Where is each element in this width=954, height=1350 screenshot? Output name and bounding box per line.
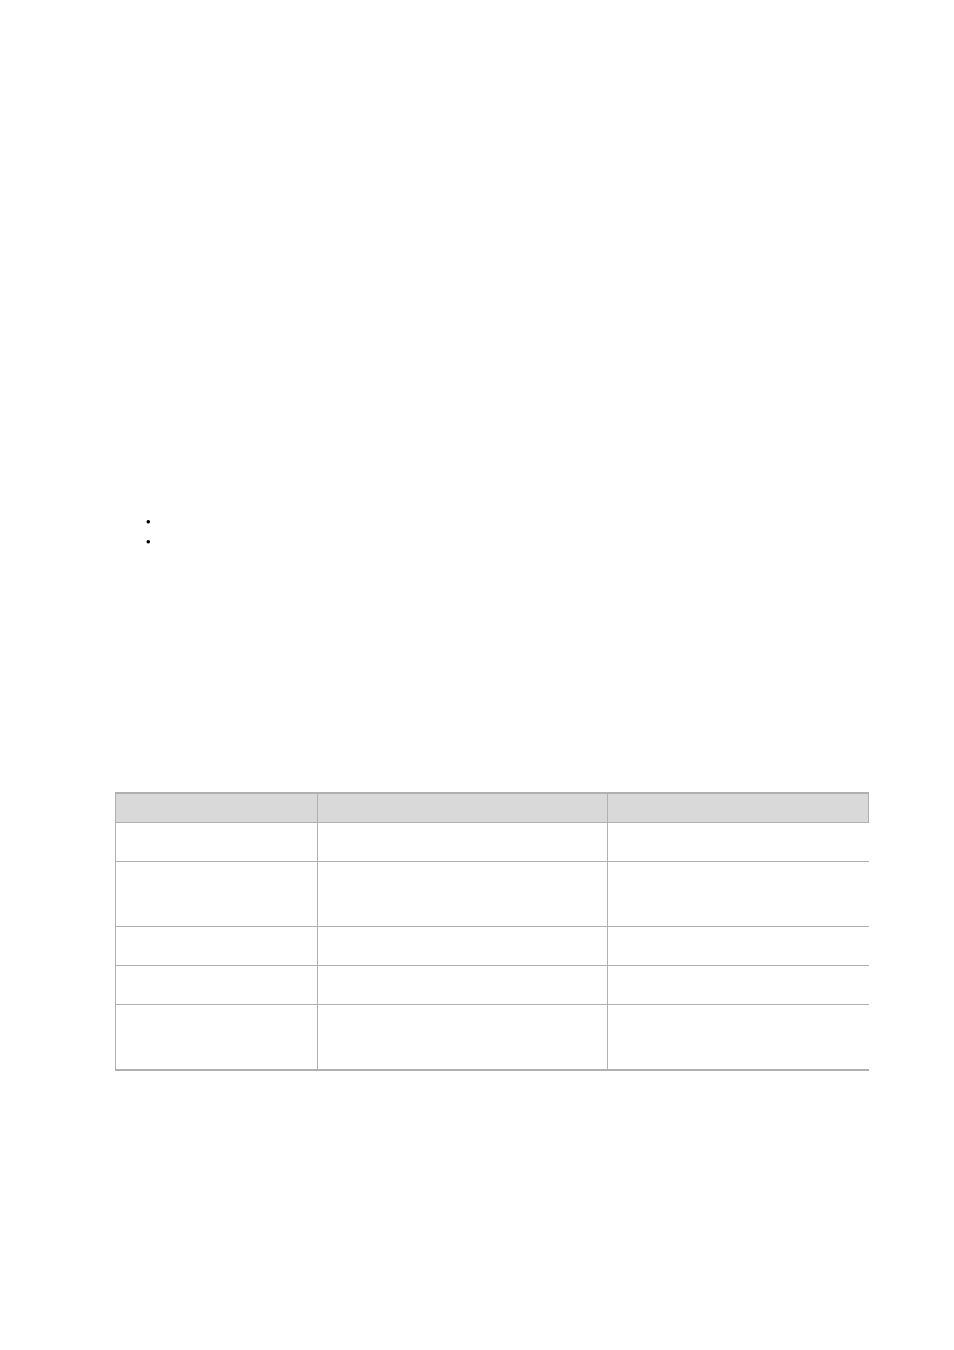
table-cell — [116, 966, 318, 1005]
table-header-row — [116, 793, 869, 823]
table-cell — [318, 1005, 608, 1071]
table-cell — [318, 862, 608, 927]
table-cell — [116, 823, 318, 862]
table-cell — [116, 927, 318, 966]
list-item: • — [146, 512, 866, 532]
table-row — [116, 862, 869, 927]
table-cell — [318, 927, 608, 966]
bullet-icon: • — [146, 512, 156, 532]
table-cell — [608, 927, 869, 966]
table-row — [116, 823, 869, 862]
list-item: • — [146, 532, 866, 552]
data-table-wrap — [115, 792, 868, 1071]
table-row — [116, 966, 869, 1005]
bullet-list: • • — [146, 512, 866, 552]
table-cell — [608, 823, 869, 862]
table-row — [116, 927, 869, 966]
bullet-icon: • — [146, 532, 156, 552]
table-header-cell — [608, 793, 869, 823]
table-cell — [608, 966, 869, 1005]
table-cell — [318, 966, 608, 1005]
document-page: • • — [0, 0, 954, 1350]
table-cell — [318, 823, 608, 862]
table-cell — [608, 862, 869, 927]
table-header-cell — [116, 793, 318, 823]
table-row — [116, 1005, 869, 1071]
table-cell — [608, 1005, 869, 1071]
table-header-cell — [318, 793, 608, 823]
data-table — [115, 792, 869, 1071]
table-cell — [116, 1005, 318, 1071]
table-cell — [116, 862, 318, 927]
